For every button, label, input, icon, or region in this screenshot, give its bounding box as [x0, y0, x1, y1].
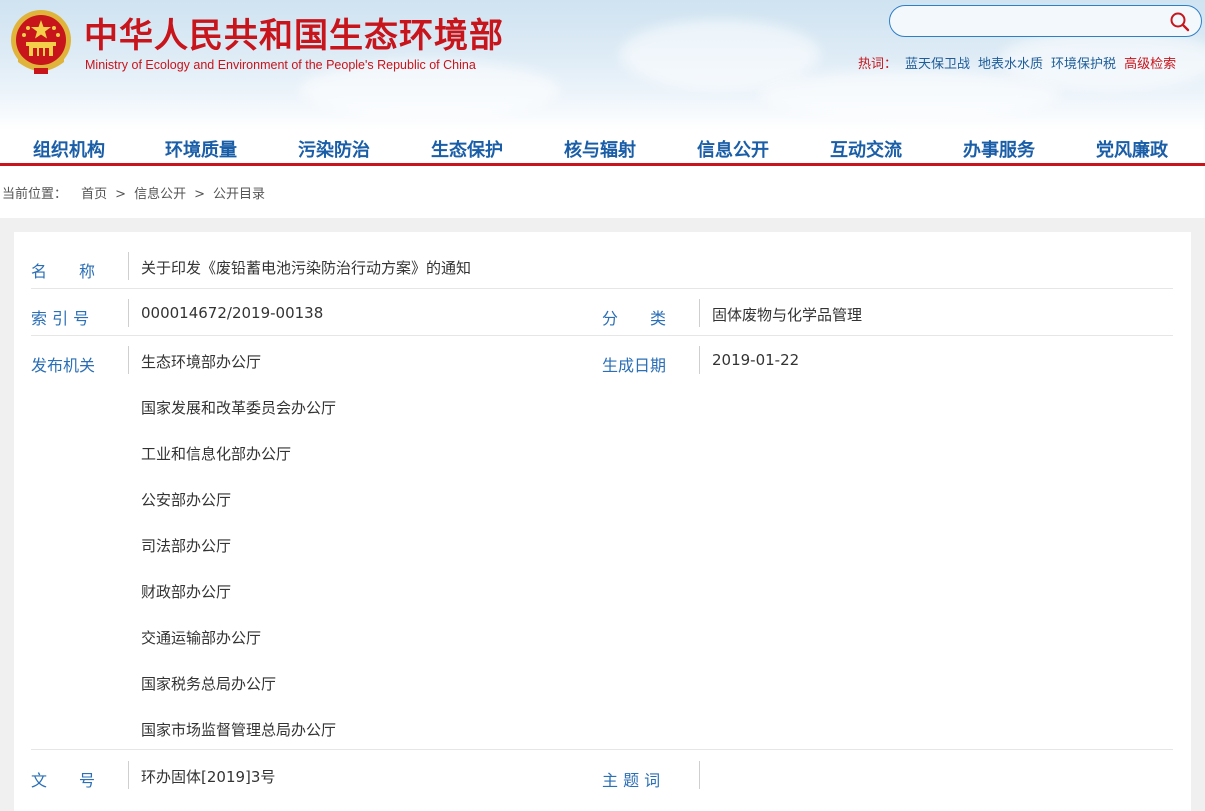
breadcrumb-separator: >: [115, 187, 127, 202]
breadcrumb-catalog[interactable]: 公开目录: [213, 187, 265, 202]
site-header: 中华人民共和国生态环境部 Ministry of Ecology and Env…: [0, 0, 1205, 130]
doc-number-label: 文 号: [31, 771, 96, 790]
nav-item-services[interactable]: 办事服务: [963, 136, 1035, 162]
doc-date-value: 2019-01-22: [712, 351, 800, 369]
nav-item-nuclear-radiation[interactable]: 核与辐射: [564, 136, 636, 162]
hot-keyword-link[interactable]: 环境保护税: [1051, 57, 1116, 72]
doc-index-value: 000014672/2019-00138: [141, 304, 324, 322]
nav-item-organization[interactable]: 组织机构: [33, 136, 105, 162]
search-icon[interactable]: [1169, 11, 1191, 33]
doc-issuer-item: 国家发展和改革委员会办公厅: [141, 399, 337, 417]
row-divider: [31, 335, 1173, 336]
hot-keywords: 热词： 蓝天保卫战 地表水水质 环境保护税 高级检索: [858, 53, 1176, 72]
doc-index-label: 索 引 号: [31, 309, 90, 328]
divider: [128, 252, 129, 280]
doc-category-label: 分 类: [602, 309, 667, 328]
divider: [128, 761, 129, 789]
doc-date-label: 生成日期: [602, 356, 667, 375]
doc-issuer-item: 生态环境部办公厅: [141, 353, 262, 371]
hot-keywords-label: 热词：: [858, 57, 898, 72]
row-divider: [31, 288, 1173, 289]
doc-issuer-item: 司法部办公厅: [141, 537, 232, 555]
doc-name-label: 名 称: [31, 262, 96, 281]
row-divider: [31, 749, 1173, 750]
search-input[interactable]: [902, 10, 1162, 32]
doc-issuer-item: 国家税务总局办公厅: [141, 675, 277, 693]
doc-issuer-label: 发布机关: [31, 356, 96, 375]
nav-item-pollution-control[interactable]: 污染防治: [298, 136, 370, 162]
divider: [699, 299, 700, 327]
hot-keyword-link[interactable]: 地表水水质: [978, 57, 1043, 72]
advanced-search-link[interactable]: 高级检索: [1124, 57, 1176, 72]
breadcrumb: 当前位置： 首页 > 信息公开 > 公开目录: [2, 183, 265, 202]
doc-keywords-label: 主 题 词: [602, 771, 661, 790]
nav-item-information-disclosure[interactable]: 信息公开: [697, 136, 769, 162]
doc-issuer-item: 交通运输部办公厅: [141, 629, 262, 647]
national-emblem-icon: [11, 10, 71, 74]
doc-issuer-item: 公安部办公厅: [141, 491, 232, 509]
divider: [699, 761, 700, 789]
doc-issuer-item: 国家市场监督管理总局办公厅: [141, 721, 337, 739]
hot-keyword-link[interactable]: 蓝天保卫战: [905, 57, 970, 72]
doc-issuer-item: 财政部办公厅: [141, 583, 232, 601]
nav-item-environment-quality[interactable]: 环境质量: [165, 136, 237, 162]
doc-issuer-item: 工业和信息化部办公厅: [141, 445, 292, 463]
doc-category-value: 固体废物与化学品管理: [712, 306, 863, 324]
nav-item-integrity[interactable]: 党风廉政: [1096, 136, 1168, 162]
site-title-cn: 中华人民共和国生态环境部: [84, 16, 504, 56]
main-nav: 组织机构 环境质量 污染防治 生态保护 核与辐射 信息公开 互动交流 办事服务 …: [0, 130, 1205, 166]
divider: [128, 346, 129, 374]
breadcrumb-label: 当前位置：: [2, 187, 68, 202]
divider: [128, 299, 129, 327]
nav-item-interaction[interactable]: 互动交流: [830, 136, 902, 162]
site-title-en: Ministry of Ecology and Environment of t…: [85, 58, 476, 72]
divider: [699, 346, 700, 374]
breadcrumb-info-disclosure[interactable]: 信息公开: [134, 187, 186, 202]
document-info-card: 名 称 关于印发《废铅蓄电池污染防治行动方案》的通知 索 引 号 0000146…: [14, 232, 1191, 811]
search-box: [889, 5, 1202, 37]
doc-name-value: 关于印发《废铅蓄电池污染防治行动方案》的通知: [141, 259, 472, 277]
nav-item-ecological-protection[interactable]: 生态保护: [431, 136, 503, 162]
breadcrumb-separator: >: [194, 187, 205, 202]
breadcrumb-home[interactable]: 首页: [81, 187, 107, 202]
doc-number-value: 环办固体[2019]3号: [141, 768, 276, 786]
